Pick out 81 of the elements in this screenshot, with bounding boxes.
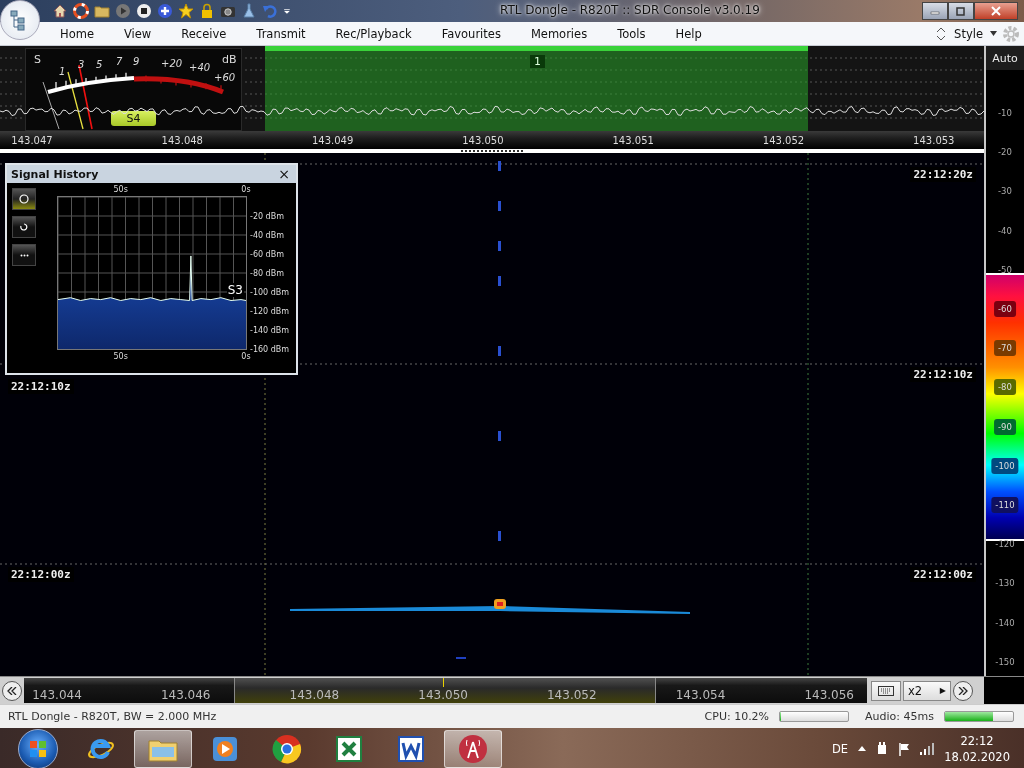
scale-label: -30 <box>998 186 1012 197</box>
panel-title: Signal History <box>11 167 99 181</box>
ribbon-tab[interactable]: Home <box>45 22 109 45</box>
meter-scale-label: 1 <box>59 66 66 77</box>
ribbon-tab[interactable]: Rec/Playback <box>320 22 427 45</box>
zoom-button[interactable]: x2 ▶ <box>903 680 951 701</box>
level-axis-label: -80 dBm <box>250 268 284 278</box>
level-axis-label: -40 dBm <box>250 230 284 240</box>
meter-scale-label: S <box>34 53 41 66</box>
scale-label: -70 <box>994 340 1016 357</box>
ribbon-tab[interactable]: Favourites <box>426 22 516 45</box>
window-title: RTL Dongle - R820T :: SDR Console v3.0.19 <box>500 3 760 17</box>
scale-label: -120 <box>995 539 1015 550</box>
meter-scale-label: 5 <box>96 59 103 70</box>
frequency-label: 143.047 <box>11 135 53 146</box>
language-indicator[interactable]: DE <box>832 741 849 756</box>
frequency-label: 143.050 <box>462 135 504 146</box>
time-axis-label: 0s <box>241 352 251 361</box>
cpu-label: CPU: 10.2% <box>704 710 770 723</box>
frequency-label: 143.051 <box>612 135 654 146</box>
ribbon-tab[interactable]: Memories <box>515 22 603 45</box>
time-label: 22:12:10z <box>8 379 74 394</box>
frequency-label: 143.044 <box>32 688 82 702</box>
scale-label: -80 <box>994 379 1016 396</box>
band-overview[interactable]: 143.044 143.046 143.048 143.050 143.052 143.054 143.056 <box>24 678 867 703</box>
scale-label: -150 <box>995 656 1015 667</box>
audio-label: Audio: 45ms <box>865 710 934 723</box>
level-axis-label: -140 dBm <box>250 325 290 335</box>
spectrum-display[interactable]: S 1 3 5 7 9 +20 +40 +60 dB S4 1 <box>0 46 984 131</box>
frequency-label: 143.052 <box>762 135 805 146</box>
scale-label: -60 <box>994 301 1016 317</box>
time-label: 22:12:10z <box>910 367 976 382</box>
meter-scale-label: +60 <box>214 72 236 83</box>
frequency-label: 143.053 <box>913 135 955 146</box>
ribbon-tab[interactable]: View <box>108 22 167 45</box>
level-axis-label: -60 dBm <box>250 249 284 259</box>
frequency-label: 143.048 <box>161 135 203 146</box>
meter-scale-label: 9 <box>133 56 140 67</box>
time-label: 22:12:00z <box>8 567 74 582</box>
frequency-label: 143.049 <box>311 135 354 146</box>
time-label: 22:12:20z <box>910 167 976 182</box>
scale-label: -50 <box>998 264 1012 275</box>
status-text: RTL Dongle - R820T, BW = 2.000 MHz <box>8 710 217 723</box>
auto-button[interactable]: Auto <box>986 46 1024 70</box>
meter-scale-label: +40 <box>189 62 211 73</box>
time-axis-label: 50s <box>113 352 128 361</box>
filter-number-label: 1 <box>530 55 545 68</box>
ribbon-tab[interactable]: Receive <box>166 22 242 45</box>
meter-scale-label: +20 <box>161 58 183 69</box>
level-axis-label: -160 dBm <box>250 344 290 354</box>
time-axis-label: 0s <box>241 185 251 194</box>
s-reading-badge: S4 <box>111 111 156 126</box>
clock-time[interactable]: 22:12 <box>960 733 994 748</box>
level-axis-label: -100 dBm <box>250 287 290 297</box>
meter-scale-label: 7 <box>116 56 123 67</box>
frequency-label: 143.048 <box>289 688 340 702</box>
frequency-label: 143.054 <box>675 688 726 702</box>
scale-label: -140 <box>995 617 1015 628</box>
waterfall-display[interactable]: 22:12:20z 22:12:10z 22:12:10z 22:12:00z 22:12:00z Signal History × 50s 0s S3 -20 dBm -40 dBm -60 dBm -80 dBm -100 dBm -120 dBm -140 dBm -160 dBm 50s 0s <box>0 153 984 676</box>
style-menu[interactable]: Style <box>952 26 985 41</box>
scale-label: -10 <box>998 108 1012 118</box>
time-label: 22:12:00z <box>910 567 976 582</box>
scale-label: -40 <box>998 225 1012 236</box>
close-button[interactable]: × <box>276 167 292 181</box>
frequency-label: 143.050 <box>418 688 468 702</box>
level-axis-label: -20 dBm <box>250 211 284 221</box>
ribbon-tab[interactable]: Transmit <box>241 22 321 45</box>
scale-label: -20 <box>998 147 1012 158</box>
scale-label: -110 <box>991 497 1019 513</box>
meter-scale-label: 3 <box>78 59 85 70</box>
ribbon-tab[interactable]: Tools <box>602 22 661 45</box>
level-axis-label: -120 dBm <box>250 306 290 316</box>
scale-label: -130 <box>995 578 1015 589</box>
ribbon-tab[interactable]: Help <box>660 22 717 45</box>
frequency-label: 143.052 <box>547 688 597 702</box>
s-unit-label: S3 <box>226 283 244 297</box>
frequency-label: 143.046 <box>160 688 211 702</box>
time-axis-label: 50s <box>113 185 128 194</box>
meter-scale-label: dB <box>222 53 237 66</box>
frequency-label: 143.056 <box>804 688 854 702</box>
clock-date[interactable]: 18.02.2020 <box>944 749 1010 764</box>
